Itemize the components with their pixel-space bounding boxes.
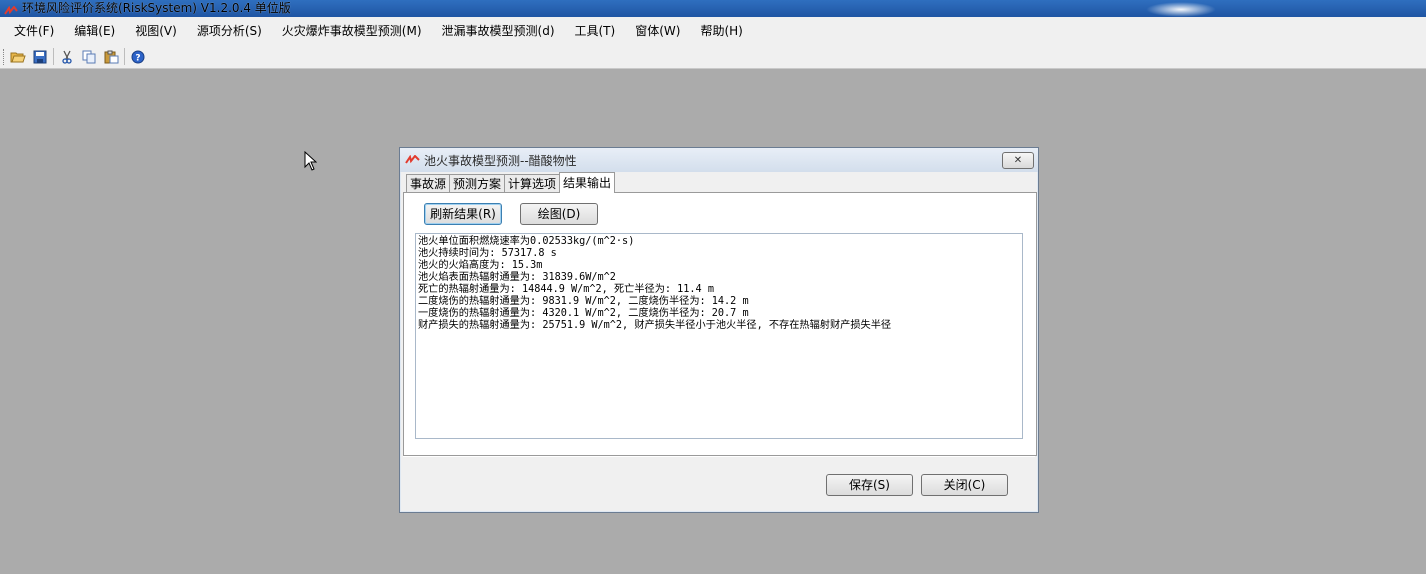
app-logo-icon bbox=[4, 4, 18, 15]
dialog-title: 池火事故模型预测--醋酸物性 bbox=[424, 154, 577, 168]
result-line: 死亡的热辐射通量为: 14844.9 W/m^2, 死亡半径为: 11.4 m bbox=[418, 284, 714, 295]
dialog-tabs: 事故源 预测方案 计算选项 结果输出 bbox=[406, 172, 616, 193]
menu-edit[interactable]: 编辑(E) bbox=[64, 17, 125, 45]
app-title-bar[interactable]: 环境风险评价系统(RiskSystem) V1.2.0.4 单位版 bbox=[0, 0, 1426, 17]
pool-fire-dialog: 池火事故模型预测--醋酸物性 ✕ 事故源 预测方案 计算选项 结果输出 刷新结果… bbox=[399, 147, 1039, 513]
result-line: 财产损失的热辐射通量为: 25751.9 W/m^2, 财产损失半径小于池火半径… bbox=[418, 320, 892, 331]
menu-view[interactable]: 视图(V) bbox=[125, 17, 187, 45]
save-button[interactable]: 保存(S) bbox=[826, 474, 913, 496]
tab-accident-source[interactable]: 事故源 bbox=[406, 174, 451, 193]
toolbar: ? bbox=[0, 45, 1426, 69]
menu-leak-model[interactable]: 泄漏事故模型预测(d) bbox=[432, 17, 565, 45]
menu-source-analysis[interactable]: 源项分析(S) bbox=[187, 17, 272, 45]
result-line: 池火单位面积燃烧速率为0.02533kg/(m^2·s) bbox=[418, 236, 635, 247]
tab-calc-options[interactable]: 计算选项 bbox=[504, 174, 561, 193]
dialog-title-bar[interactable]: 池火事故模型预测--醋酸物性 ✕ bbox=[400, 148, 1038, 172]
menu-bar: 文件(F) 编辑(E) 视图(V) 源项分析(S) 火灾爆炸事故模型预测(M) … bbox=[0, 17, 1426, 45]
menu-file[interactable]: 文件(F) bbox=[0, 17, 64, 45]
result-line: 池火焰表面热辐射通量为: 31839.6W/m^2 bbox=[418, 272, 616, 283]
help-icon[interactable]: ? bbox=[127, 47, 149, 67]
results-textarea[interactable]: 池火单位面积燃烧速率为0.02533kg/(m^2·s) 池火持续时间为: 57… bbox=[415, 233, 1023, 439]
plot-button[interactable]: 绘图(D) bbox=[520, 203, 598, 225]
result-line: 一度烧伤的热辐射通量为: 4320.1 W/m^2, 二度烧伤半径为: 20.7… bbox=[418, 308, 749, 319]
dialog-close-icon[interactable]: ✕ bbox=[1002, 152, 1034, 169]
result-line: 二度烧伤的热辐射通量为: 9831.9 W/m^2, 二度烧伤半径为: 14.2… bbox=[418, 296, 749, 307]
copy-icon[interactable] bbox=[78, 47, 100, 67]
cut-icon[interactable] bbox=[56, 47, 78, 67]
result-line: 池火的火焰高度为: 15.3m bbox=[418, 260, 543, 271]
dialog-logo-icon bbox=[405, 154, 421, 168]
result-output-panel: 刷新结果(R) 绘图(D) 池火单位面积燃烧速率为0.02533kg/(m^2·… bbox=[403, 192, 1037, 456]
save-icon[interactable] bbox=[29, 47, 51, 67]
app-title: 环境风险评价系统(RiskSystem) V1.2.0.4 单位版 bbox=[22, 1, 291, 15]
open-folder-icon[interactable] bbox=[7, 47, 29, 67]
menu-tools[interactable]: 工具(T) bbox=[565, 17, 626, 45]
paste-icon[interactable] bbox=[100, 47, 122, 67]
menu-window[interactable]: 窗体(W) bbox=[625, 17, 690, 45]
menu-fire-explosion-model[interactable]: 火灾爆炸事故模型预测(M) bbox=[272, 17, 432, 45]
refresh-results-button[interactable]: 刷新结果(R) bbox=[424, 203, 502, 225]
mouse-cursor-icon bbox=[304, 150, 318, 174]
result-line: 池火持续时间为: 57317.8 s bbox=[418, 248, 557, 259]
tab-prediction-plan[interactable]: 预测方案 bbox=[449, 174, 506, 193]
menu-help[interactable]: 帮助(H) bbox=[690, 17, 752, 45]
tab-result-output[interactable]: 结果输出 bbox=[559, 172, 616, 193]
svg-text:?: ? bbox=[135, 53, 140, 63]
close-button[interactable]: 关闭(C) bbox=[921, 474, 1008, 496]
